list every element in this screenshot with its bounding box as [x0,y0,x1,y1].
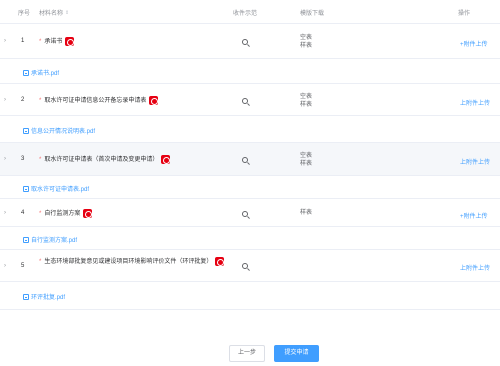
material-name: * 承诺书 [39,37,75,47]
table-header: 序号 材料名称 ⇕ 收件示范 模版下载 操作 [0,0,500,24]
col-template-header: 模版下载 [300,11,325,17]
template-links: 样表 [300,209,312,217]
template-sample-link[interactable]: 样表 [300,42,312,50]
file-row: 承诺书.pdf [0,59,500,84]
required-mark: * [39,259,42,266]
chevron-right-icon[interactable]: › [4,210,6,216]
template-sample-link[interactable]: 样表 [300,160,312,168]
material-name-text: 生态环境部批复意见或建设项目环境影响评价文件（环评批复） [44,259,213,266]
table-row: › 5 * 生态环境部批复意见或建设项目环境影响评价文件（环评批复） 上附件上传 [0,250,500,282]
upload-button[interactable]: 上附件上传 [460,157,490,166]
template-links: 空表 样表 [300,152,312,168]
col-name-label: 材料名称 [39,11,64,17]
table-row: › 4 * 自行监测方案 样表 +附件上传 [0,199,500,227]
required-mark: * [39,211,42,218]
required-mark: * [39,98,42,105]
red-badge-icon [161,155,171,164]
file-link[interactable]: 环评批复.pdf [23,292,65,301]
file-name: 信息公开情况说明表.pdf [31,129,96,135]
file-row: 取水许可证申请表.pdf [0,176,500,199]
file-row: 环评批复.pdf [0,282,500,310]
upload-button[interactable]: 上附件上传 [460,98,490,107]
red-badge-icon [215,257,225,266]
red-badge-icon [65,37,75,46]
row-index: 2 [21,97,25,103]
material-name: * 取水许可证申请表（首次申请及变更申请） [39,155,171,165]
table-row: › 1 * 承诺书 空表 样表 +附件上传 [0,25,500,59]
col-name-header[interactable]: 材料名称 ⇕ [39,8,69,17]
file-icon [23,128,29,135]
sort-icon[interactable]: ⇕ [65,10,69,16]
row-index: 3 [21,156,25,162]
search-icon[interactable] [242,263,248,269]
chevron-right-icon[interactable]: › [4,156,6,162]
material-name: * 取水许可证申请信息公开备忘录申请表 [39,96,159,106]
required-mark: * [39,39,42,46]
material-name: * 生态环境部批复意见或建设项目环境影响评价文件（环评批复） [39,257,229,267]
search-icon[interactable] [242,211,248,217]
red-badge-icon [83,209,93,218]
required-mark: * [39,157,42,164]
template-sample-link[interactable]: 样表 [300,209,312,217]
template-blank-link[interactable]: 空表 [300,152,312,160]
table-row: › 2 * 取水许可证申请信息公开备忘录申请表 空表 样表 上附件上传 [0,85,500,116]
material-name-text: 取水许可证申请信息公开备忘录申请表 [44,98,147,105]
search-icon[interactable] [242,157,248,163]
material-name: * 自行监测方案 [39,209,93,219]
row-index: 4 [21,210,25,216]
material-name-text: 取水许可证申请表（首次申请及变更申请） [44,157,159,164]
file-icon [23,294,29,301]
template-links: 空表 样表 [300,34,312,50]
file-icon [23,237,29,244]
chevron-right-icon[interactable]: › [4,38,6,44]
file-link[interactable]: 信息公开情况说明表.pdf [23,126,95,135]
upload-button[interactable]: +附件上传 [460,211,488,220]
table-row: › 3 * 取水许可证申请表（首次申请及变更申请） 空表 样表 上附件上传 [0,143,500,176]
file-link[interactable]: 自行监测方案.pdf [23,235,77,244]
row-index: 5 [21,263,25,269]
upload-button[interactable]: +附件上传 [460,39,488,48]
chevron-right-icon[interactable]: › [4,97,6,103]
file-icon [23,70,29,77]
material-name-text: 承诺书 [44,39,63,46]
file-name: 环评批复.pdf [31,295,66,301]
col-action-header: 操作 [458,11,471,17]
upload-button[interactable]: 上附件上传 [460,263,490,272]
search-icon[interactable] [242,39,248,45]
file-name: 自行监测方案.pdf [31,238,78,244]
template-links: 空表 样表 [300,93,312,109]
row-index: 1 [21,38,25,44]
file-link[interactable]: 取水许可证申请表.pdf [23,184,89,193]
file-row: 信息公开情况说明表.pdf [0,116,500,143]
template-blank-link[interactable]: 空表 [300,93,312,101]
file-link[interactable]: 承诺书.pdf [23,68,59,77]
col-sample-header: 收件示范 [233,11,258,17]
prev-step-button[interactable]: 上一步 [229,345,265,362]
file-name: 取水许可证申请表.pdf [31,187,90,193]
submit-button[interactable]: 提交申请 [274,345,319,362]
col-index-header: 序号 [18,11,31,17]
red-badge-icon [149,96,159,105]
file-icon [23,186,29,193]
file-row: 自行监测方案.pdf [0,227,500,250]
template-sample-link[interactable]: 样表 [300,101,312,109]
chevron-right-icon[interactable]: › [4,263,6,269]
template-blank-link[interactable]: 空表 [300,34,312,42]
material-name-text: 自行监测方案 [44,211,81,218]
file-name: 承诺书.pdf [31,71,60,77]
search-icon[interactable] [242,98,248,104]
